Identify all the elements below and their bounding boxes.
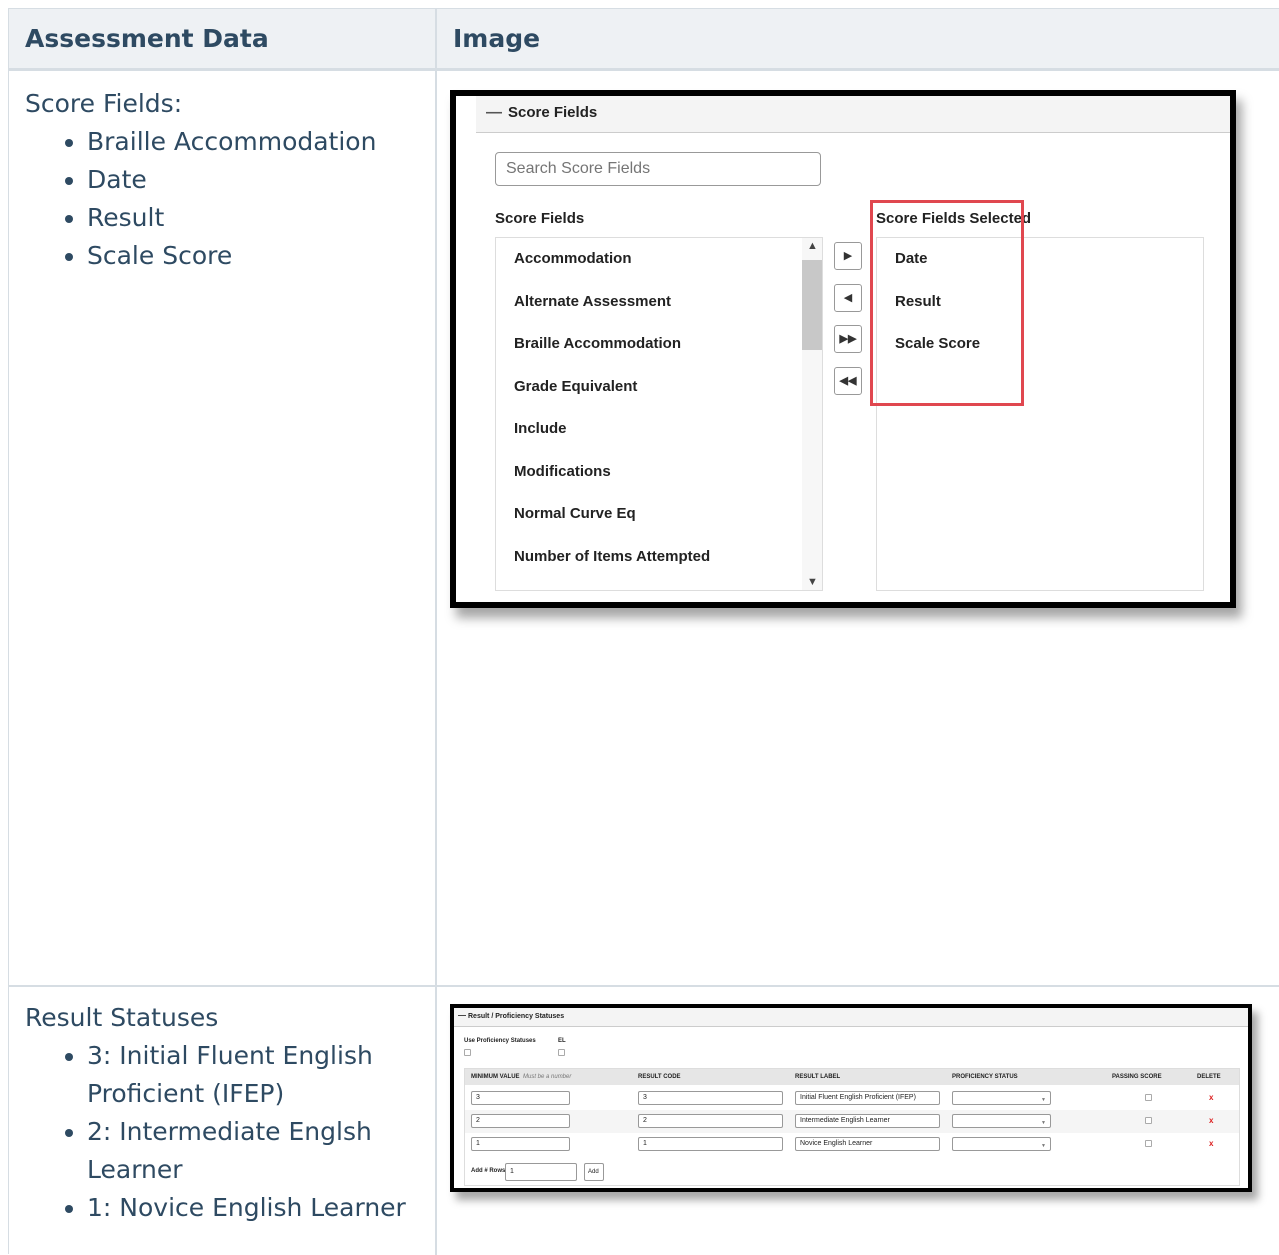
available-fields-label: Score Fields [495, 210, 585, 227]
result-code-input[interactable]: 1 [638, 1137, 783, 1151]
result-label-input[interactable]: Initial Fluent English Proficient (IFEP) [795, 1091, 940, 1105]
row-divider [9, 985, 1279, 987]
col-result-label: RESULT LABEL [795, 1074, 841, 1080]
col-delete: DELETE [1197, 1074, 1221, 1080]
header-assessment-data: Assessment Data [9, 9, 435, 71]
delete-icon[interactable]: x [1209, 1139, 1213, 1148]
score-fields-panel-title: Score Fields [508, 104, 598, 121]
add-rows-label: Add # Rows [471, 1168, 506, 1174]
min-value-input[interactable]: 2 [471, 1114, 570, 1128]
list-item: Scale Score [87, 237, 376, 275]
result-code-input[interactable]: 2 [638, 1114, 783, 1128]
table-row: 3 3 Initial Fluent English Proficient (I… [465, 1087, 1239, 1110]
chevron-down-icon: ▼ [1041, 1143, 1046, 1149]
add-button[interactable]: Add [584, 1163, 604, 1181]
list-item[interactable]: Include [514, 420, 567, 437]
min-value-input[interactable]: 1 [471, 1137, 570, 1151]
move-right-button[interactable]: ▶ [834, 242, 862, 270]
chevron-down-icon[interactable]: ▼ [807, 576, 818, 588]
table-header: MINIMUM VALUE Must be a number RESULT CO… [465, 1069, 1239, 1085]
available-fields-list[interactable]: Accommodation Alternate Assessment Brail… [495, 237, 823, 591]
use-proficiency-label: Use Proficiency Statuses [464, 1038, 536, 1044]
header-image-label: Image [453, 24, 541, 53]
passing-score-checkbox[interactable] [1145, 1094, 1152, 1101]
col-passing-score: PASSING SCORE [1112, 1074, 1162, 1080]
table-row: 2 2 Intermediate English Learner ▼ x [465, 1110, 1239, 1133]
result-statuses-title: Result Statuses [25, 1003, 219, 1032]
collapse-icon[interactable]: — [486, 104, 502, 122]
el-checkbox[interactable] [558, 1049, 565, 1056]
header-assessment-data-label: Assessment Data [25, 24, 269, 53]
score-fields-title: Score Fields: [25, 89, 183, 118]
list-item[interactable]: Grade Equivalent [514, 378, 637, 395]
list-item: 2: Intermediate Englsh Learner [87, 1113, 417, 1189]
result-panel-title: Result / Proficiency Statuses [468, 1013, 565, 1020]
delete-icon[interactable]: x [1209, 1116, 1213, 1125]
col-minimum-value: MINIMUM VALUE [471, 1074, 520, 1080]
delete-icon[interactable]: x [1209, 1093, 1213, 1102]
list-item: Braille Accommodation [87, 123, 376, 161]
list-scrollbar[interactable]: ▲ ▼ [802, 238, 822, 590]
search-score-fields-input[interactable] [495, 152, 821, 186]
list-item: Date [87, 161, 376, 199]
proficiency-status-select[interactable]: ▼ [952, 1137, 1051, 1151]
chevron-down-icon: ▼ [1041, 1097, 1046, 1103]
list-item: Result [87, 199, 376, 237]
col-proficiency-status: PROFICIENCY STATUS [952, 1074, 1018, 1080]
highlight-box [870, 200, 1024, 406]
proficiency-status-select[interactable]: ▼ [952, 1114, 1051, 1128]
move-all-right-button[interactable]: ▶▶ [834, 325, 862, 353]
use-proficiency-checkbox[interactable] [464, 1049, 471, 1056]
result-statuses-list: 3: Initial Fluent English Proficient (IF… [25, 1037, 417, 1227]
passing-score-checkbox[interactable] [1145, 1117, 1152, 1124]
result-statuses-table: MINIMUM VALUE Must be a number RESULT CO… [464, 1068, 1240, 1186]
result-statuses-cell: Result Statuses 3: Initial Fluent Englis… [25, 999, 417, 1227]
move-all-left-button[interactable]: ◀◀ [834, 367, 862, 395]
header-image: Image [437, 9, 1279, 71]
list-item: 3: Initial Fluent English Proficient (IF… [87, 1037, 417, 1113]
chevron-up-icon[interactable]: ▲ [807, 240, 818, 252]
passing-score-checkbox[interactable] [1145, 1140, 1152, 1147]
list-item: 1: Novice English Learner [87, 1189, 417, 1227]
list-item[interactable]: Braille Accommodation [514, 335, 681, 352]
col-result-code: RESULT CODE [638, 1074, 681, 1080]
score-fields-list: Braille Accommodation Date Result Scale … [25, 123, 376, 275]
column-divider [435, 9, 437, 1255]
collapse-icon[interactable]: — [458, 1011, 466, 1020]
result-statuses-screenshot: — Result / Proficiency Statuses Use Prof… [450, 1004, 1252, 1192]
list-item[interactable]: Normal Curve Eq [514, 505, 636, 522]
scrollbar-thumb[interactable] [802, 260, 822, 350]
chevron-down-icon: ▼ [1041, 1120, 1046, 1126]
result-label-input[interactable]: Novice English Learner [795, 1137, 940, 1151]
proficiency-status-select[interactable]: ▼ [952, 1091, 1051, 1105]
list-item[interactable]: Modifications [514, 463, 611, 480]
min-value-input[interactable]: 3 [471, 1091, 570, 1105]
score-fields-panel-header[interactable]: — Score Fields [476, 96, 1230, 133]
move-left-button[interactable]: ◀ [834, 284, 862, 312]
result-panel-header[interactable]: — Result / Proficiency Statuses [454, 1008, 1248, 1027]
score-fields-screenshot: — Score Fields Score Fields Score Fields… [450, 90, 1236, 608]
el-label: EL [558, 1038, 566, 1044]
min-value-hint: Must be a number [523, 1074, 572, 1080]
score-fields-cell: Score Fields: Braille Accommodation Date… [25, 85, 376, 275]
list-item[interactable]: Accommodation [514, 250, 632, 267]
result-code-input[interactable]: 3 [638, 1091, 783, 1105]
result-label-input[interactable]: Intermediate English Learner [795, 1114, 940, 1128]
list-item[interactable]: Number of Items Attempted [514, 548, 710, 565]
table-row: 1 1 Novice English Learner ▼ x [465, 1133, 1239, 1156]
list-item[interactable]: Alternate Assessment [514, 293, 671, 310]
add-rows-input[interactable]: 1 [505, 1163, 577, 1181]
